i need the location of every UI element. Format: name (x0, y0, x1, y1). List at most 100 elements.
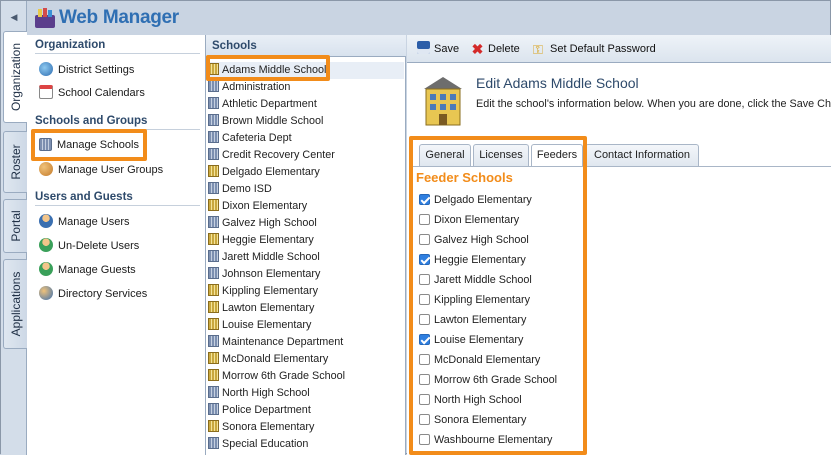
schools-panel: Schools Adams Middle School Administratio… (206, 35, 406, 455)
school-list-item[interactable]: North High School (208, 385, 404, 402)
school-list-item[interactable]: Athletic Department (208, 96, 404, 113)
tab-organization[interactable]: Organization (3, 31, 27, 123)
school-building-icon (208, 420, 219, 432)
edit-school-description: Edit the school's information below. Whe… (476, 98, 831, 110)
school-building-icon (208, 182, 219, 194)
set-password-label: Set Default Password (550, 43, 656, 55)
school-building-icon (208, 250, 219, 262)
school-name: Athletic Department (222, 98, 317, 110)
nav-item-manage-guests[interactable]: Manage Guests (39, 260, 136, 280)
tab-portal[interactable]: Portal (3, 199, 27, 253)
school-list-item[interactable]: Morrow 6th Grade School (208, 368, 404, 385)
calendar-icon (39, 85, 53, 99)
school-list-item[interactable]: Jarett Middle School (208, 249, 404, 266)
tab-organization-label: Organization (8, 42, 23, 112)
school-building-large-icon (424, 77, 462, 126)
school-building-icon (208, 318, 219, 330)
user-icon (39, 214, 53, 228)
vertical-tab-strip: ◀ Organization Roster Portal Application… (1, 1, 27, 455)
school-list-item[interactable]: Johnson Elementary (208, 266, 404, 283)
globe-icon (39, 62, 53, 76)
school-list-item[interactable]: Lawton Elementary (208, 300, 404, 317)
delete-button-label: Delete (488, 43, 520, 55)
left-navigation: Organization District Settings School Ca… (27, 35, 206, 455)
school-list-item[interactable]: Delgado Elementary (208, 164, 404, 181)
school-list-item[interactable]: Louise Elementary (208, 317, 404, 334)
edit-school-title: Edit Adams Middle School (476, 75, 639, 91)
school-building-icon (208, 386, 219, 398)
school-building-icon (208, 148, 219, 160)
school-list-item[interactable]: Kippling Elementary (208, 283, 404, 300)
nav-item-directory-services[interactable]: Directory Services (39, 284, 147, 304)
school-building-icon (208, 437, 219, 449)
nav-item-label: Manage Users (58, 216, 130, 228)
tab-contact-information[interactable]: Contact Information (585, 144, 699, 166)
nav-item-district-settings[interactable]: District Settings (39, 60, 134, 80)
school-list-item[interactable]: Maintenance Department (208, 334, 404, 351)
nav-item-manage-user-groups[interactable]: Manage User Groups (39, 160, 163, 180)
school-name: Louise Elementary (222, 319, 312, 331)
selected-school-highlight (206, 55, 330, 81)
school-list-item[interactable]: Sonora Elementary (208, 419, 404, 436)
school-name: Administration (222, 81, 291, 93)
school-name: Morrow 6th Grade School (222, 370, 346, 382)
school-name: Galvez High School (222, 217, 317, 229)
school-name: Police Department (222, 404, 311, 416)
guest-icon (39, 262, 53, 276)
school-name: Special Education (222, 438, 309, 450)
school-building-icon (208, 165, 219, 177)
school-name: Brown Middle School (222, 115, 324, 127)
school-building-icon (208, 301, 219, 313)
key-icon: ⚿ (533, 42, 543, 57)
school-building-icon (208, 216, 219, 228)
nav-item-undelete-users[interactable]: Un-Delete Users (39, 236, 139, 256)
school-name: McDonald Elementary (222, 353, 329, 365)
school-list-item[interactable]: Police Department (208, 402, 404, 419)
school-building-icon (208, 403, 219, 415)
feeders-highlight (409, 136, 587, 455)
school-name: Delgado Elementary (222, 166, 320, 178)
set-default-password-button[interactable]: ⚿ Set Default Password (533, 41, 656, 57)
school-building-icon (208, 131, 219, 143)
school-list-item[interactable]: Cafeteria Dept (208, 130, 404, 147)
school-building-icon (208, 267, 219, 279)
school-building-icon (208, 352, 219, 364)
collapse-arrow-icon[interactable]: ◀ (1, 7, 27, 27)
school-list-item[interactable]: Special Education (208, 436, 404, 453)
nav-section-schools-groups: Schools and Groups (35, 115, 200, 130)
school-list-item[interactable]: Heggie Elementary (208, 232, 404, 249)
delete-button[interactable]: ✖ Delete (471, 41, 520, 57)
nav-item-label: Manage User Groups (58, 164, 164, 176)
tab-roster-label: Roster (8, 144, 23, 180)
user-restore-icon (39, 238, 53, 252)
school-list-item[interactable]: Brown Middle School (208, 113, 404, 130)
nav-section-organization: Organization (35, 39, 200, 54)
save-button[interactable]: Save (417, 41, 459, 57)
tab-roster[interactable]: Roster (3, 131, 27, 193)
nav-item-manage-users[interactable]: Manage Users (39, 212, 130, 232)
directory-icon (39, 286, 53, 300)
school-list-item[interactable]: McDonald Elementary (208, 351, 404, 368)
school-list-item[interactable]: Dixon Elementary (208, 198, 404, 215)
app-window: ◀ Organization Roster Portal Application… (0, 0, 831, 455)
school-list-item[interactable]: Demo ISD (208, 181, 404, 198)
school-name: Heggie Elementary (222, 234, 314, 246)
school-building-icon (208, 199, 219, 211)
schools-header: Schools (206, 35, 406, 57)
app-header: Web Manager (27, 1, 205, 35)
school-name: Dixon Elementary (222, 200, 308, 212)
save-disk-icon (417, 41, 430, 54)
toolbar: Save ✖ Delete ⚿ Set Default Password (407, 35, 831, 63)
school-name: Kippling Elementary (222, 285, 319, 297)
school-list-item[interactable]: Galvez High School (208, 215, 404, 232)
nav-item-school-calendars[interactable]: School Calendars (39, 83, 145, 103)
school-list-item[interactable]: Credit Recovery Center (208, 147, 404, 164)
school-name: Demo ISD (222, 183, 272, 195)
app-title: Web Manager (59, 7, 179, 28)
nav-item-label: District Settings (58, 64, 135, 76)
tab-applications[interactable]: Applications (3, 259, 27, 349)
school-name: Cafeteria Dept (222, 132, 292, 144)
school-list-item[interactable]: Administration (208, 79, 404, 96)
user-group-icon (39, 162, 53, 176)
school-building-icon (208, 233, 219, 245)
